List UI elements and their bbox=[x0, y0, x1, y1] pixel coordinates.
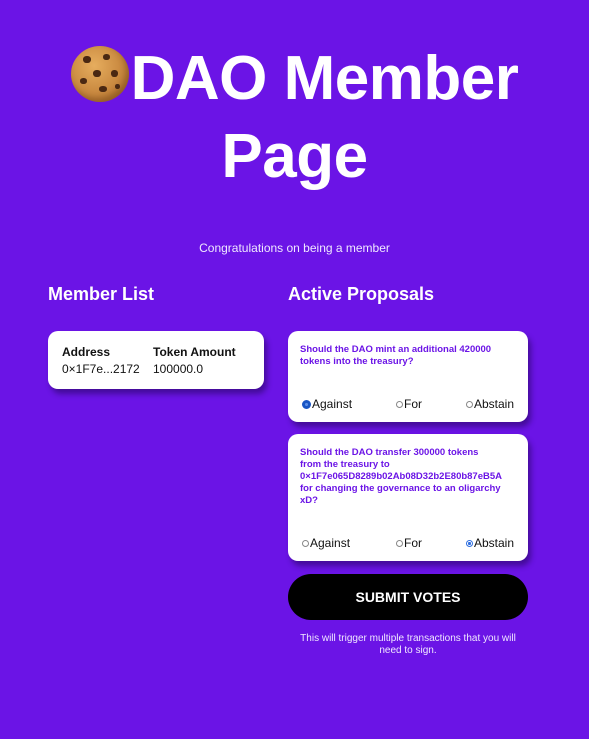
question-line: tokens into the treasury? bbox=[300, 356, 414, 367]
active-proposals-title: Active Proposals bbox=[288, 284, 435, 304]
member-token-amount: 100000.0 bbox=[153, 362, 204, 376]
dao-member-page: DAO Member Page Congratulations on being… bbox=[0, 0, 589, 739]
vote-option-for[interactable]: For bbox=[396, 536, 422, 550]
question-line: Should the DAO transfer 300000 tokens bbox=[300, 447, 479, 458]
page-title: DAO Member Page bbox=[0, 40, 589, 196]
member-list-card: Address Token Amount 0×1F7e...2172 10000… bbox=[48, 331, 264, 389]
question-line: 0×1F7e065D8289b02Ab08D32b2E80b87eB5A bbox=[300, 471, 503, 482]
option-label: Against bbox=[310, 536, 351, 550]
column-header-address: Address bbox=[62, 345, 111, 359]
option-label: Against bbox=[312, 397, 353, 411]
question-line: from the treasury to bbox=[300, 459, 390, 470]
option-label: Abstain bbox=[474, 397, 515, 411]
title-text-line-2: Page bbox=[221, 122, 368, 191]
vote-option-against[interactable]: Against bbox=[302, 536, 350, 550]
member-list-title: Member List bbox=[48, 284, 155, 304]
column-header-token-amount: Token Amount bbox=[153, 345, 236, 359]
option-label: Abstain bbox=[474, 536, 515, 550]
cookie-icon bbox=[70, 46, 129, 102]
title-line-1: DAO Member bbox=[0, 40, 589, 118]
proposal-question: Should the DAO transfer 300000 tokens fr… bbox=[300, 447, 540, 507]
option-label: For bbox=[404, 397, 422, 411]
proposal-question: Should the DAO mint an additional 420000… bbox=[300, 344, 540, 368]
title-text-line-1: DAO Member bbox=[130, 44, 519, 113]
radio-abstain[interactable] bbox=[466, 400, 473, 408]
vote-option-against[interactable]: Against bbox=[302, 397, 352, 411]
question-line: xD? bbox=[300, 495, 318, 506]
option-label: For bbox=[404, 536, 422, 550]
submit-votes-button[interactable]: SUBMIT VOTES bbox=[288, 574, 528, 620]
proposal-card-2: Should the DAO transfer 300000 tokens fr… bbox=[288, 434, 528, 561]
vote-option-abstain[interactable]: Abstain bbox=[466, 397, 514, 411]
question-line: for changing the governance to an oligar… bbox=[300, 483, 501, 494]
radio-against[interactable] bbox=[302, 399, 311, 409]
radio-for[interactable] bbox=[396, 400, 403, 408]
member-address: 0×1F7e...2172 bbox=[62, 362, 140, 376]
radio-abstain[interactable] bbox=[466, 539, 473, 547]
submit-note: This will trigger multiple transactions … bbox=[300, 633, 516, 656]
proposal-card-1: Should the DAO mint an additional 420000… bbox=[288, 331, 528, 422]
question-line: Should the DAO mint an additional 420000 bbox=[300, 344, 492, 355]
radio-against[interactable] bbox=[302, 539, 309, 547]
vote-option-for[interactable]: For bbox=[396, 397, 422, 411]
radio-for[interactable] bbox=[396, 539, 403, 547]
vote-option-abstain[interactable]: Abstain bbox=[466, 536, 514, 550]
subtitle: Congratulations on being a member bbox=[199, 241, 390, 255]
